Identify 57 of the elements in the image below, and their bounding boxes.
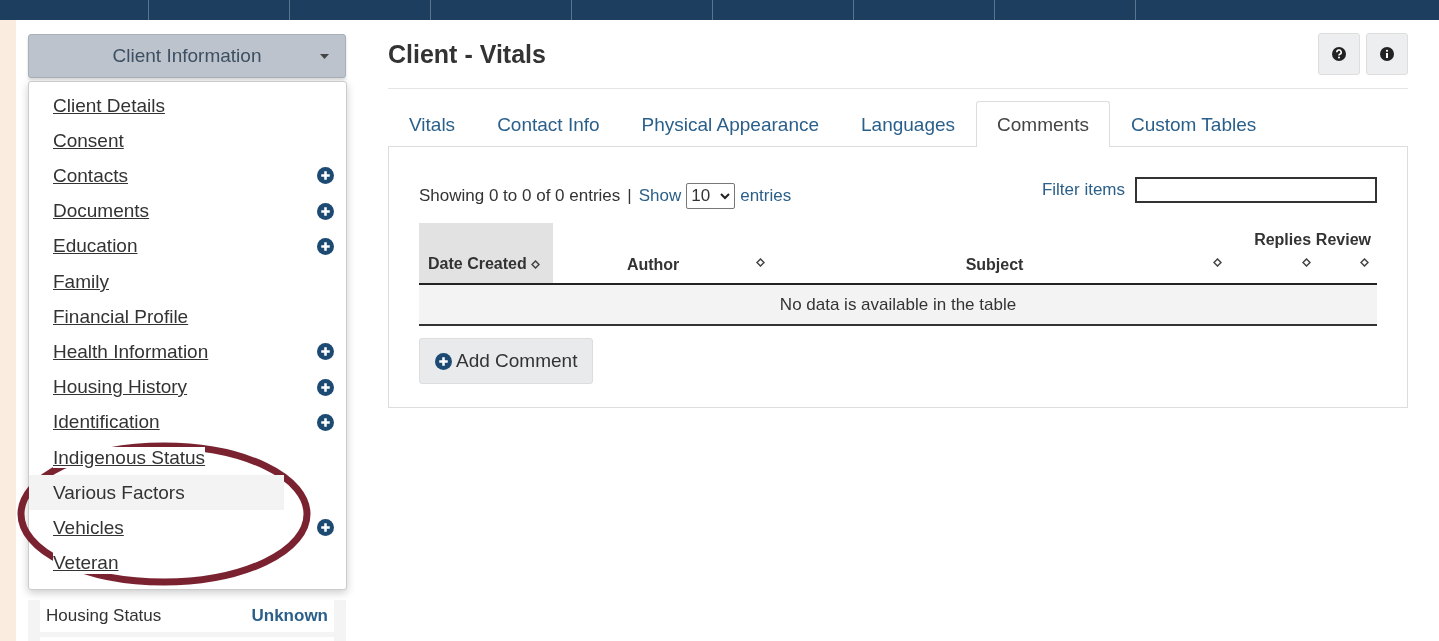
tab[interactable]: Physical Appearance (620, 102, 841, 146)
sort-icon (1360, 258, 1369, 267)
menu-item[interactable]: Various Factors (29, 475, 284, 511)
separator: | (627, 186, 632, 206)
add-comment-button[interactable]: Add Comment (419, 338, 594, 384)
sort-icon (1302, 258, 1312, 267)
summary-value: Unknown (251, 606, 328, 626)
add-icon[interactable] (317, 519, 334, 537)
column-header[interactable]: Review (1311, 223, 1377, 283)
summary-label: Housing Status (46, 606, 162, 626)
sort-icon (530, 260, 540, 269)
caret-icon (320, 54, 329, 59)
add-icon[interactable] (317, 237, 334, 255)
menu-item[interactable]: Veteran (29, 545, 346, 581)
column-header[interactable]: Date Created (419, 223, 553, 283)
menu-item[interactable]: Client Details (29, 88, 346, 124)
add-icon[interactable] (317, 413, 334, 431)
add-icon[interactable] (317, 167, 334, 185)
page-title: Client - Vitals (388, 39, 546, 69)
menu-item[interactable]: Family (29, 263, 346, 300)
tab[interactable]: Languages (840, 102, 977, 146)
menu-item[interactable]: Financial Profile (29, 299, 346, 335)
menu-item[interactable]: Contacts (29, 158, 346, 194)
help-button[interactable] (1318, 33, 1360, 75)
column-header[interactable]: Replies (1226, 223, 1312, 283)
add-icon (435, 352, 452, 370)
tab[interactable]: Custom Tables (1109, 102, 1278, 146)
empty-table-message: No data is available in the table (419, 285, 1377, 326)
sort-icon (755, 258, 765, 267)
filter-label: Filter items (1041, 180, 1125, 200)
menu-item[interactable]: Health Information (29, 334, 346, 370)
tab[interactable]: Vitals (388, 102, 477, 146)
menu-item[interactable]: Vehicles (29, 510, 346, 546)
menu-item[interactable]: Identification (29, 404, 346, 440)
menu-item[interactable]: Education (29, 228, 346, 264)
menu-item[interactable]: Housing History (29, 369, 346, 405)
page-size-select[interactable]: 10 (686, 183, 736, 209)
add-icon[interactable] (317, 378, 334, 396)
column-header[interactable]: Author (552, 223, 773, 283)
entries-label: entries (740, 186, 792, 206)
help-icon (1332, 47, 1346, 61)
show-label: Show (638, 186, 682, 206)
tab[interactable]: Contact Info (476, 102, 621, 146)
dropdown-button[interactable]: Client Information (28, 34, 346, 78)
menu-item[interactable]: Consent (29, 123, 346, 159)
add-icon[interactable] (317, 202, 334, 220)
menu-item[interactable]: Indigenous Status (29, 439, 346, 476)
column-header[interactable]: Subject (772, 223, 1227, 283)
info-button[interactable] (1366, 33, 1408, 75)
add-icon[interactable] (317, 343, 334, 361)
sort-icon (1213, 258, 1223, 267)
tab[interactable]: Comments (976, 101, 1110, 147)
menu-item[interactable]: Documents (29, 193, 346, 229)
entries-info: Showing 0 to 0 of 0 entries (419, 186, 621, 206)
filter-field[interactable] (1135, 177, 1377, 203)
chevron-icon (720, 192, 731, 200)
info-icon (1380, 47, 1394, 61)
